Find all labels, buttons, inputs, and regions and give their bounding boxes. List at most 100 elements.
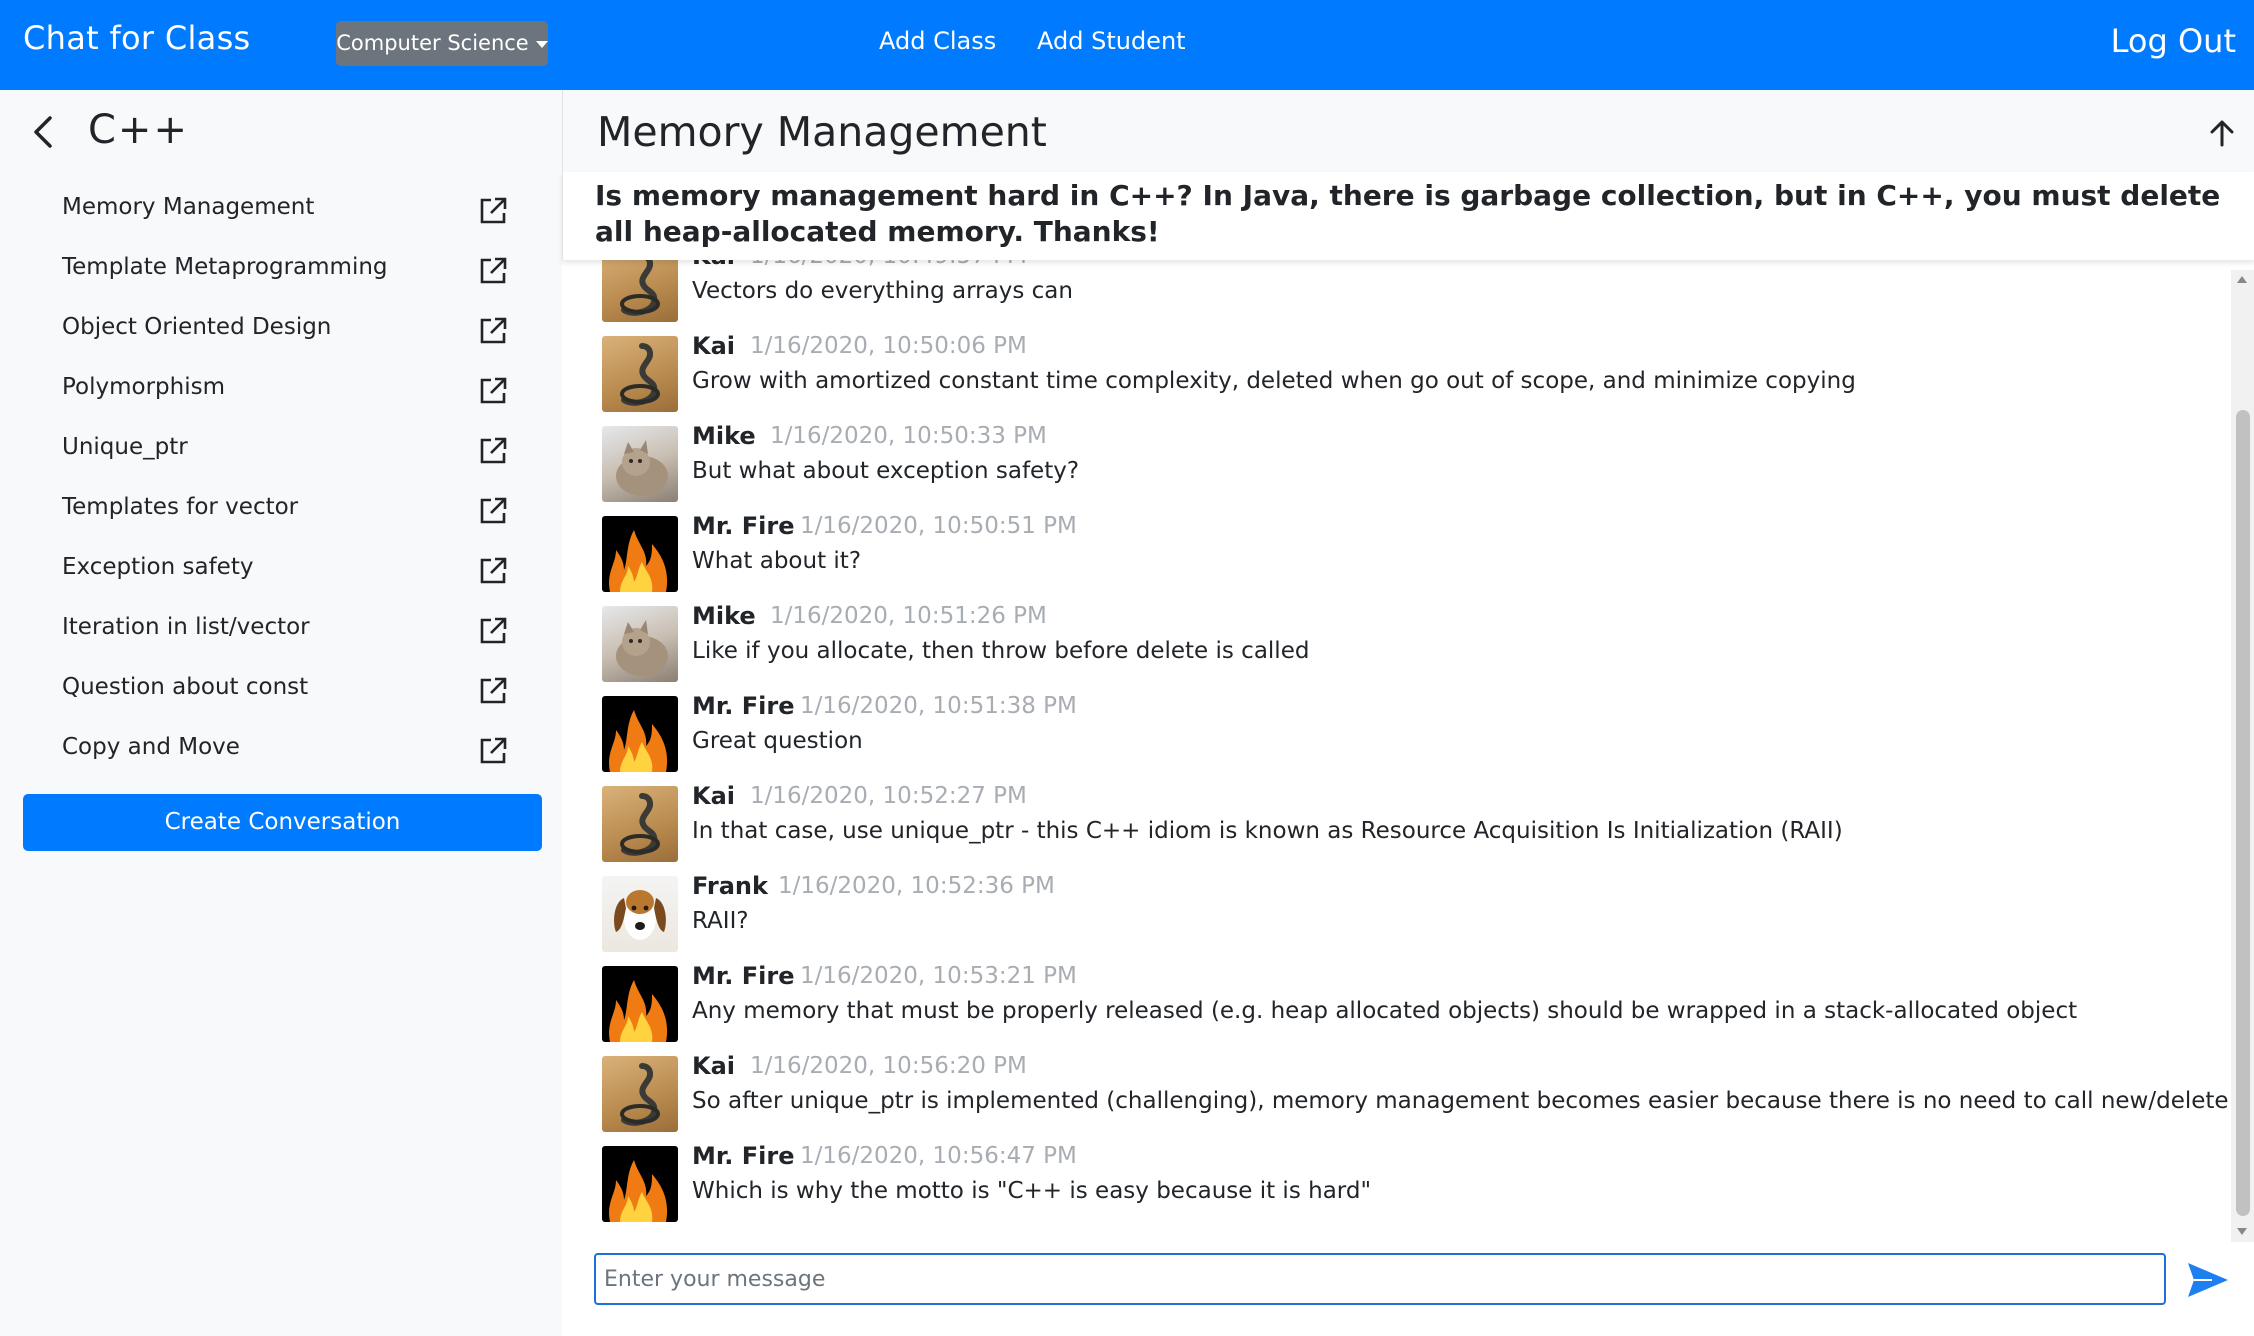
message-item: Mike 1/16/2020, 10:51:26 PM Like if you …: [602, 600, 2202, 682]
avatar: [602, 876, 678, 952]
message-author: Kai: [692, 260, 735, 270]
message-time: 1/16/2020, 10:50:51 PM: [800, 513, 1077, 539]
conversation-item[interactable]: Iteration in list/vector: [0, 602, 562, 662]
message-time: 1/16/2020, 10:49:57 PM: [750, 260, 1027, 269]
logout-link[interactable]: Log Out: [2111, 22, 2236, 60]
open-external-icon[interactable]: [478, 736, 508, 766]
avatar: [602, 426, 678, 502]
arrow-up-icon[interactable]: [2207, 118, 2237, 148]
cobra-avatar-icon: [620, 793, 660, 856]
message-text: Great question: [692, 728, 863, 754]
open-external-icon[interactable]: [478, 436, 508, 466]
message-item: Mr. Fire 1/16/2020, 10:53:21 PM Any memo…: [602, 960, 2202, 1042]
conversation-item[interactable]: Unique_ptr: [0, 422, 562, 482]
message-item: Kai 1/16/2020, 10:49:57 PM Vectors do ev…: [602, 260, 2202, 322]
conversation-item[interactable]: Memory Management: [0, 182, 562, 242]
avatar: [602, 336, 678, 412]
message-text: Any memory that must be properly release…: [692, 998, 2078, 1024]
message-author: Kai: [692, 1052, 736, 1080]
message-time: 1/16/2020, 10:50:06 PM: [750, 333, 1027, 359]
top-navbar: Chat for Class Computer Science Add Clas…: [0, 0, 2254, 90]
conversation-item[interactable]: Exception safety: [0, 542, 562, 602]
add-class-link[interactable]: Add Class: [879, 27, 996, 55]
message-author: Mike: [692, 602, 756, 630]
class-select-dropdown[interactable]: Computer Science: [336, 21, 548, 66]
conversation-label: Copy and Move: [62, 734, 240, 760]
add-student-link[interactable]: Add Student: [1037, 27, 1186, 55]
message-time: 1/16/2020, 10:56:20 PM: [750, 1053, 1027, 1079]
message-time: 1/16/2020, 10:52:27 PM: [750, 783, 1027, 809]
open-external-icon[interactable]: [478, 676, 508, 706]
message-scrollbar[interactable]: [2231, 270, 2254, 1242]
message-text: Like if you allocate, then throw before …: [692, 638, 1310, 664]
message-author: Kai: [692, 332, 736, 360]
message-text: RAII?: [692, 908, 749, 934]
avatar: [602, 696, 678, 772]
message-author: Mr. Fire: [692, 512, 795, 540]
message-text: Which is why the motto is "C++ is easy b…: [692, 1178, 1372, 1204]
message-item: Mr. Fire 1/16/2020, 10:50:51 PM What abo…: [602, 510, 2202, 592]
conversation-label: Question about const: [62, 674, 309, 700]
message-text: In that case, use unique_ptr - this C++ …: [692, 818, 1843, 844]
conversation-item[interactable]: Template Metaprogramming: [0, 242, 562, 302]
avatar: [602, 606, 678, 682]
message-time: 1/16/2020, 10:50:33 PM: [770, 423, 1047, 449]
conversation-item[interactable]: Polymorphism: [0, 362, 562, 422]
open-external-icon[interactable]: [478, 316, 508, 346]
conversation-item[interactable]: Copy and Move: [0, 722, 562, 782]
create-conversation-button[interactable]: Create Conversation: [23, 794, 542, 851]
open-external-icon[interactable]: [478, 616, 508, 646]
cobra-avatar-icon: [620, 1063, 660, 1126]
conversation-item[interactable]: Templates for vector: [0, 482, 562, 542]
avatar: [602, 966, 678, 1042]
send-icon[interactable]: [2186, 1260, 2230, 1300]
avatar: [602, 786, 678, 862]
message-input[interactable]: [596, 1255, 2164, 1303]
question-text: Is memory management hard in C++? In Jav…: [595, 179, 2221, 248]
message-text: What about it?: [692, 548, 862, 574]
message-author: Mr. Fire: [692, 962, 795, 990]
message-item: Kai 1/16/2020, 10:56:20 PM So after uniq…: [602, 1050, 2229, 1132]
open-external-icon[interactable]: [478, 556, 508, 586]
avatar: [602, 1056, 678, 1132]
message-time: 1/16/2020, 10:51:26 PM: [770, 603, 1047, 629]
cat-avatar-icon: [616, 620, 668, 676]
open-external-icon[interactable]: [478, 196, 508, 226]
avatar: [602, 1146, 678, 1222]
message-item: Frank 1/16/2020, 10:52:36 PM RAII?: [602, 870, 2202, 952]
open-external-icon[interactable]: [478, 376, 508, 406]
question-banner: Is memory management hard in C++? In Jav…: [562, 172, 2254, 260]
scroll-down-arrow-icon[interactable]: [2237, 1228, 2247, 1235]
conversation-list: Memory Management Template Metaprogrammi…: [0, 182, 562, 782]
open-external-icon[interactable]: [478, 256, 508, 286]
scrollbar-thumb[interactable]: [2236, 410, 2250, 1216]
course-title: C++: [88, 107, 189, 153]
conversation-label: Iteration in list/vector: [62, 614, 310, 640]
message-author: Mr. Fire: [692, 1142, 795, 1170]
open-external-icon[interactable]: [478, 496, 508, 526]
conversation-label: Template Metaprogramming: [62, 254, 388, 280]
cobra-avatar-icon: [620, 260, 660, 316]
message-item: Mike 1/16/2020, 10:50:33 PM But what abo…: [602, 420, 2202, 502]
scroll-up-arrow-icon[interactable]: [2237, 276, 2247, 283]
message-item: Mr. Fire 1/16/2020, 10:56:47 PM Which is…: [602, 1140, 2202, 1222]
conversation-panel: Memory Management Is memory management h…: [562, 90, 2254, 1336]
caret-down-icon: [535, 40, 548, 48]
conversation-label: Exception safety: [62, 554, 254, 580]
message-author: Mr. Fire: [692, 692, 795, 720]
app-brand[interactable]: Chat for Class: [23, 19, 251, 57]
message-time: 1/16/2020, 10:51:38 PM: [800, 693, 1077, 719]
message-author: Frank: [692, 872, 768, 900]
fire-avatar-icon: [609, 530, 668, 592]
conversation-label: Polymorphism: [62, 374, 226, 400]
message-item: Kai 1/16/2020, 10:50:06 PM Grow with amo…: [602, 330, 2202, 412]
cat-avatar-icon: [616, 440, 668, 496]
fire-avatar-icon: [609, 710, 668, 772]
sidebar-header: C++: [0, 90, 562, 178]
back-arrow-icon[interactable]: [26, 112, 60, 152]
class-select-label: Computer Science: [336, 31, 529, 55]
conversation-item[interactable]: Object Oriented Design: [0, 302, 562, 362]
conversation-label: Templates for vector: [62, 494, 299, 520]
fire-avatar-icon: [609, 1160, 668, 1222]
conversation-item[interactable]: Question about const: [0, 662, 562, 722]
